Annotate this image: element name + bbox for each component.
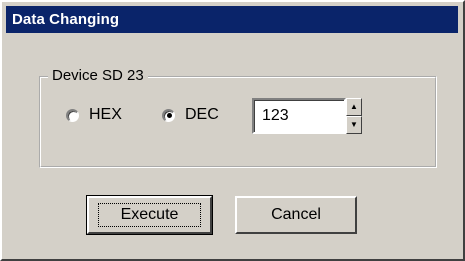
cancel-button-label: Cancel <box>271 206 321 223</box>
window-title: Data Changing <box>12 11 120 28</box>
groupbox-label: Device SD 23 <box>48 67 148 85</box>
spin-up-icon: ▲ <box>350 102 358 111</box>
value-input[interactable] <box>252 98 346 134</box>
hex-radio-label: HEX <box>89 106 122 123</box>
dec-radio-label: DEC <box>185 106 219 123</box>
spin-down-icon: ▼ <box>350 120 358 129</box>
value-spinner[interactable]: ▲ ▼ <box>346 98 362 134</box>
spin-down-button[interactable]: ▼ <box>346 116 362 134</box>
dec-radio[interactable]: DEC <box>162 105 219 125</box>
execute-button-label: Execute <box>97 203 202 227</box>
data-changing-dialog: Data Changing Device SD 23 HEX DEC ▲ ▼ E… <box>0 0 465 261</box>
dec-radio-circle[interactable] <box>162 108 175 122</box>
title-bar: Data Changing <box>6 6 458 33</box>
hex-radio-circle[interactable] <box>66 108 79 122</box>
execute-button[interactable]: Execute <box>86 195 213 235</box>
radio-selected-dot <box>166 113 172 118</box>
spin-up-button[interactable]: ▲ <box>346 98 362 116</box>
cancel-button[interactable]: Cancel <box>235 196 357 234</box>
hex-radio[interactable]: HEX <box>66 105 122 125</box>
